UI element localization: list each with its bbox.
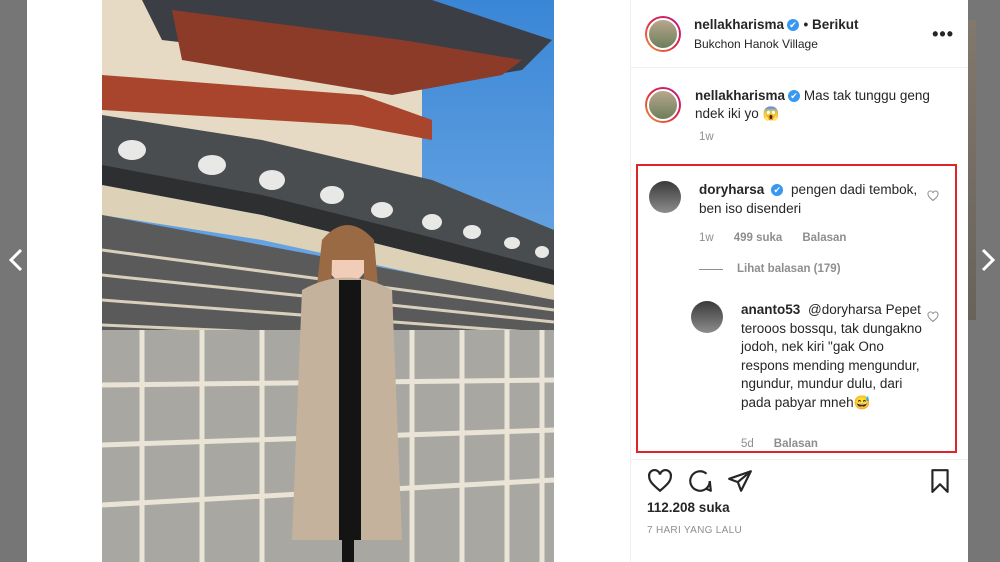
reply-button[interactable]: Balasan [802,232,846,244]
commenter-username[interactable]: doryharsa [699,182,764,197]
author-avatar[interactable] [645,15,681,52]
author-username[interactable]: nellakharisma [694,17,784,32]
heart-icon[interactable] [647,468,673,494]
bookmark-icon[interactable] [927,468,953,494]
caption-time: 1w [699,131,714,143]
caption-username[interactable]: nellakharisma [695,88,785,103]
reply-mention[interactable]: @doryharsa [808,302,882,317]
more-options-icon[interactable]: ••• [932,24,954,45]
comment-like-heart-icon[interactable] [927,190,939,202]
location-link[interactable]: Bukchon Hanok Village [694,37,859,51]
reply-time: 5d [741,438,754,450]
comment-likes[interactable]: 499 suka [734,232,783,244]
hanok-wall-photo [102,0,554,562]
replies-divider [699,268,723,270]
next-post-arrow-icon[interactable] [978,245,998,275]
reply-like-heart-icon[interactable] [927,311,939,323]
view-replies-label: Lihat balasan (179) [737,263,841,275]
action-bar [631,459,968,494]
replier-avatar[interactable] [691,301,723,333]
post-sidebar: nellakharisma ✔ • Berikut Bukchon Hanok V… [630,0,968,562]
comment-meta: 1w 499 suka Balasan [699,232,846,244]
paper-plane-icon[interactable] [727,468,753,494]
comment-item: doryharsa ✔ pengen dadi tembok, ben iso d… [649,181,919,218]
post-header: nellakharisma ✔ • Berikut Bukchon Hanok V… [631,0,968,68]
verified-badge-icon: ✔ [788,90,801,102]
verified-badge-icon: ✔ [787,19,800,31]
comments-section[interactable]: nellakharisma ✔ Mas tak tunggu geng ndek … [631,69,968,459]
commenter-avatar[interactable] [649,181,681,213]
reply-meta: 5d Balasan [741,438,818,450]
reply-reply-button[interactable]: Balasan [774,438,818,450]
post-timestamp: 7 HARI YANG LALU [647,525,743,536]
verified-badge-icon: ✔ [771,184,784,196]
comment-time: 1w [699,232,714,244]
caption-avatar[interactable] [645,87,681,123]
previous-post-arrow-icon[interactable] [6,245,26,275]
replier-username[interactable]: ananto53 [741,302,800,317]
post-modal: nellakharisma ✔ • Berikut Bukchon Hanok V… [27,0,968,562]
post-likes-count[interactable]: 112.208 suka [647,500,730,515]
reply-item: ananto53 @doryharsa Pepet terooos bossqu… [691,301,923,412]
view-replies-link[interactable]: Lihat balasan (179) [699,263,841,275]
post-photo[interactable] [102,0,554,562]
reply-text: Pepet terooos bossqu, tak dungakno jodoh… [741,302,922,410]
post-caption: nellakharisma ✔ Mas tak tunggu geng ndek … [631,69,968,123]
follow-button[interactable]: • Berikut [804,17,859,32]
comment-bubble-icon[interactable] [687,468,713,494]
